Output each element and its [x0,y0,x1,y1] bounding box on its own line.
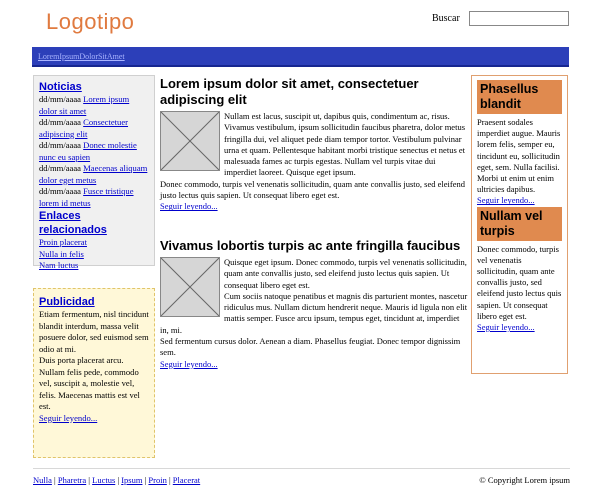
article: Vivamus lobortis turpis ac ante fringill… [160,238,470,370]
news-item: dd/mm/aaaa Donec molestie nunc eu sapien [39,140,149,163]
publicidad-text-2: Duis porta placerat arcu. Nullam felis p… [39,355,140,411]
footer-link[interactable]: Proin [148,475,166,485]
article-more-link[interactable]: Seguir leyendo... [160,201,218,211]
footer-link[interactable]: Pharetra [58,475,86,485]
right-box-title: Nullam vel turpis [477,206,562,241]
related-link[interactable]: Proin placerat [39,237,149,249]
nav-bar: LoremIpsumDolorSitAmet [32,47,569,67]
related-link[interactable]: Nulla in felis [39,249,149,261]
news-item: dd/mm/aaaa Lorem ipsum dolor sit amet [39,94,149,117]
right-box-more-link[interactable]: Seguir leyendo... [477,195,535,205]
related-heading[interactable]: Enlaces relacionados [39,209,149,237]
footer-link[interactable]: Luctus [92,475,115,485]
article-more-link[interactable]: Seguir leyendo... [160,359,218,369]
news-date: dd/mm/aaaa [39,94,81,104]
right-box-more-link[interactable]: Seguir leyendo... [477,322,535,332]
right-box-text: Praesent sodales imperdiet augue. Mauris… [477,117,561,195]
publicidad-text-1: Etiam fermentum, nisl tincidunt blandit … [39,309,149,354]
article-paragraph: Sed fermentum cursus dolor. Aenean a dia… [160,336,461,358]
footer-link[interactable]: Ipsum [121,475,142,485]
right-sidebar: Phasellus blandit Praesent sodales imper… [471,75,568,374]
publicidad-more-link[interactable]: Seguir leyendo... [39,413,97,423]
image-placeholder-icon [160,111,220,171]
search-label: Buscar [432,13,460,24]
search-input[interactable] [469,11,569,26]
right-box-text: Donec commodo, turpis vel venenatis soll… [477,243,562,321]
footer: Nulla | Pharetra | Luctus | Ipsum | Proi… [33,468,570,488]
right-box-title: Phasellus blandit [477,80,562,114]
nav-links[interactable]: LoremIpsumDolorSitAmet [38,52,125,61]
article-paragraph: Donec commodo, turpis vel venenatis soll… [160,178,465,201]
news-date: dd/mm/aaaa [39,163,81,173]
copyright-text: © Copyright Lorem ipsum [479,475,570,485]
news-item: dd/mm/aaaa Consectetuer adipiscing elit [39,117,149,140]
related-link[interactable]: Nam luctus [39,260,149,272]
news-item: dd/mm/aaaa Maecenas aliquam dolor eget m… [39,163,149,186]
publicidad-box: Publicidad Etiam fermentum, nisl tincidu… [33,288,155,458]
footer-link[interactable]: Placerat [173,475,200,485]
news-item: dd/mm/aaaa Fusce tristique lorem id metu… [39,186,149,209]
news-date: dd/mm/aaaa [39,140,81,150]
header: Logotipo Buscar [0,0,600,44]
noticias-box: Noticias dd/mm/aaaa Lorem ipsum dolor si… [33,75,155,270]
noticias-heading[interactable]: Noticias [39,80,149,94]
article: Lorem ipsum dolor sit amet, consectetuer… [160,76,470,213]
logo[interactable]: Logotipo [46,9,134,35]
publicidad-heading[interactable]: Publicidad [39,295,149,309]
article-title: Vivamus lobortis turpis ac ante fringill… [160,238,461,253]
image-placeholder-icon [160,257,220,317]
news-date: dd/mm/aaaa [39,117,81,127]
article-title: Lorem ipsum dolor sit amet, consectetuer… [160,76,419,107]
news-date: dd/mm/aaaa [39,186,81,196]
footer-link[interactable]: Nulla [33,475,52,485]
footer-links: Nulla | Pharetra | Luctus | Ipsum | Proi… [33,475,200,485]
